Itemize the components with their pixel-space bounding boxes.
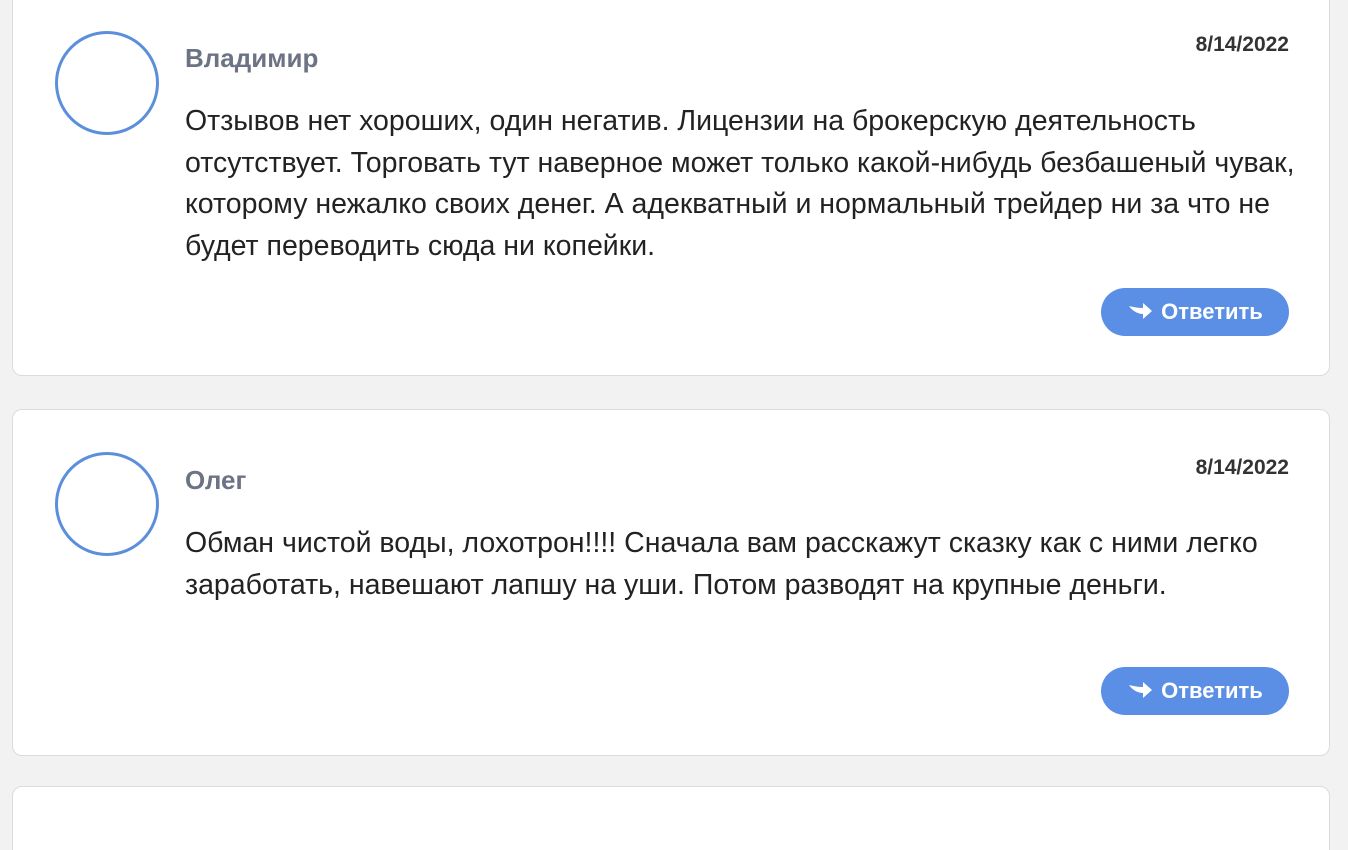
reply-button-label: Ответить: [1161, 299, 1263, 324]
reply-arrow-icon: [1127, 302, 1153, 322]
comment-date: 8/14/2022: [1195, 33, 1289, 56]
comment-card: Владимир 8/14/2022 Отзывов нет хороших, …: [12, 0, 1330, 376]
reply-button[interactable]: Ответить: [1101, 667, 1289, 715]
comment-author: Олег: [185, 465, 247, 495]
comment-text: Обман чистой воды, лохотрон!!!! Сначала …: [185, 527, 1258, 601]
reply-button-label: Ответить: [1161, 678, 1263, 703]
comment-card-partial: [12, 786, 1330, 850]
comment-date: 8/14/2022: [1195, 456, 1289, 479]
comment-card: Олег 8/14/2022 Обман чистой воды, лохотр…: [12, 409, 1330, 756]
comment-text: Отзывов нет хороших, один негатив. Лицен…: [185, 105, 1295, 262]
reply-button[interactable]: Ответить: [1101, 288, 1289, 336]
avatar: [55, 452, 159, 556]
avatar: [55, 31, 159, 135]
comment-author: Владимир: [185, 43, 319, 73]
comments-feed: Владимир 8/14/2022 Отзывов нет хороших, …: [0, 0, 1348, 850]
reply-arrow-icon: [1127, 681, 1153, 701]
